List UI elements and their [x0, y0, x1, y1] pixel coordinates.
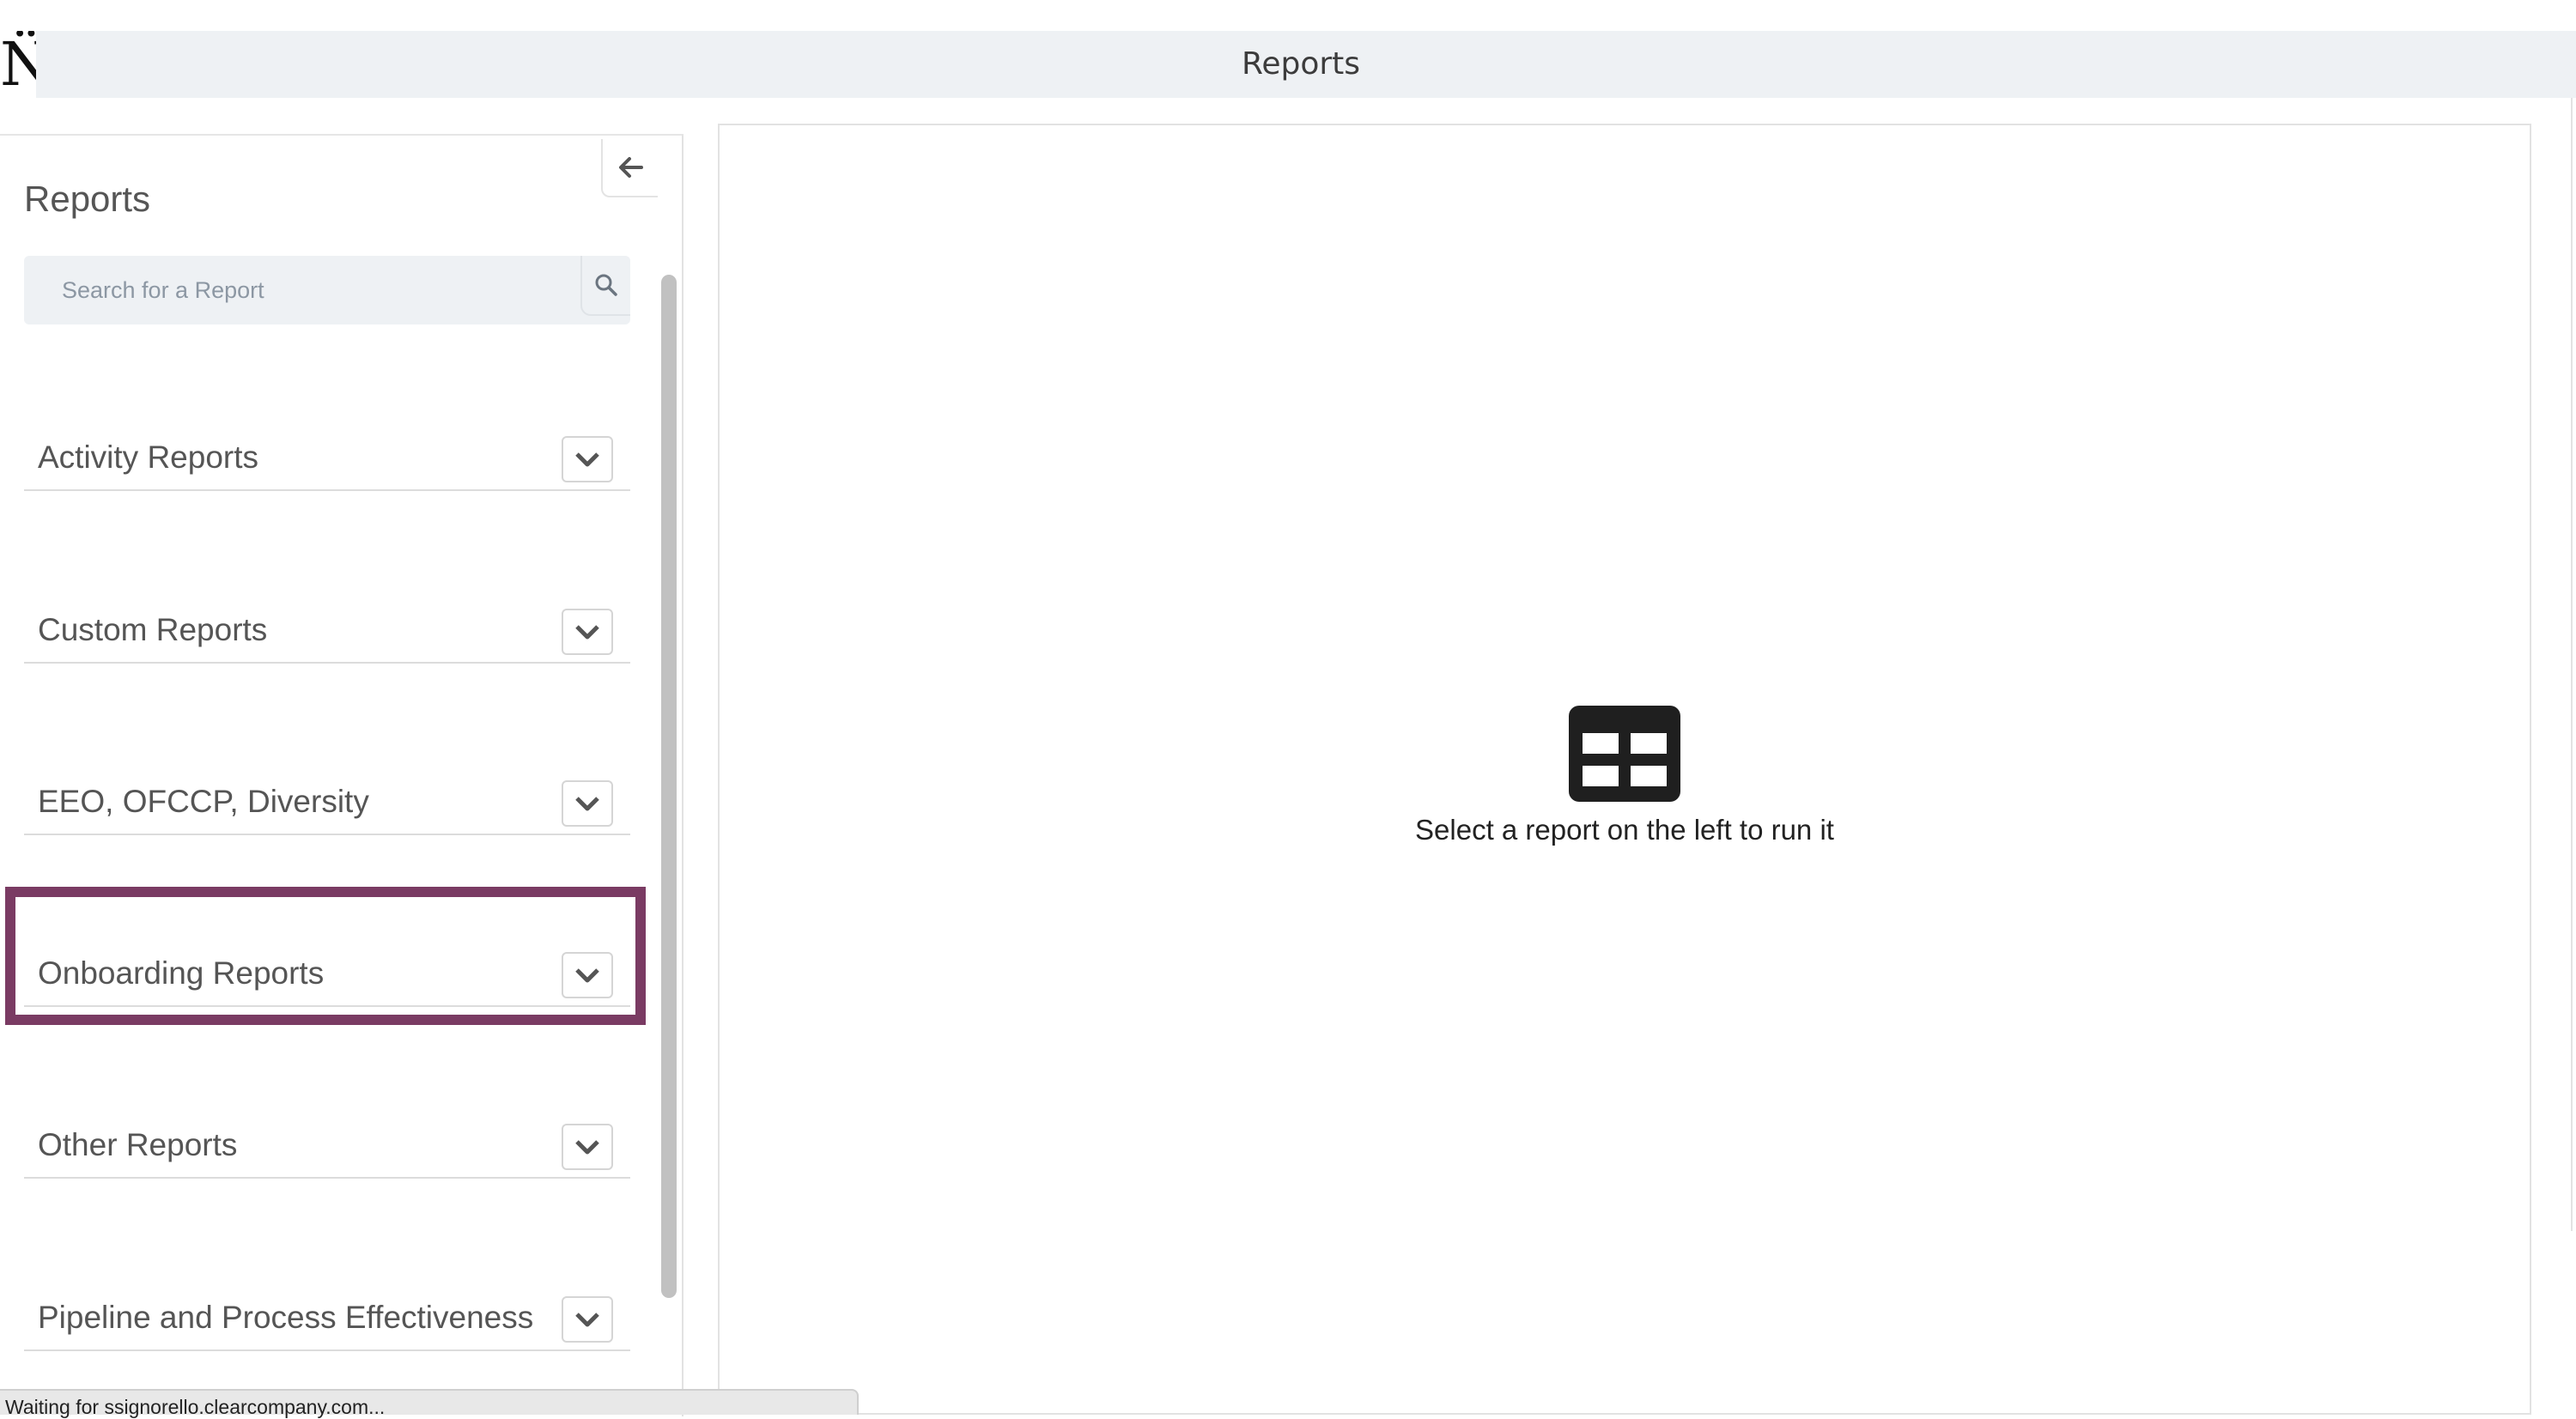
- expand-button[interactable]: [562, 1296, 613, 1343]
- chevron-down-icon: [575, 452, 599, 467]
- category-other-reports[interactable]: Other Reports: [24, 1117, 630, 1179]
- expand-button[interactable]: [562, 609, 613, 655]
- category-eeo-ofccp-diversity[interactable]: EEO, OFCCP, Diversity: [24, 773, 630, 835]
- chevron-down-icon: [575, 797, 599, 811]
- search-input[interactable]: [24, 256, 574, 324]
- report-search: [24, 256, 630, 324]
- highlight-box: [5, 887, 646, 1025]
- sidebar-title: Reports: [24, 179, 151, 219]
- search-icon: [595, 274, 617, 296]
- expand-button[interactable]: [562, 1124, 613, 1170]
- category-activity-reports[interactable]: Activity Reports: [24, 429, 630, 491]
- category-pipeline-and-process-effectiveness[interactable]: Pipeline and Process Effectiveness: [24, 1289, 630, 1351]
- chevron-down-icon: [575, 1313, 599, 1327]
- report-panel: Select a report on the left to run it: [718, 124, 2531, 1415]
- top-bar: N̈ Reports: [0, 31, 2576, 98]
- category-label: EEO, OFCCP, Diversity: [38, 784, 369, 819]
- browser-status-bar: Waiting for ssignorello.clearcompany.com…: [0, 1389, 859, 1418]
- chevron-down-icon: [575, 1140, 599, 1155]
- right-divider: [2571, 98, 2573, 1231]
- sidebar-scrollbar[interactable]: [661, 275, 677, 1298]
- category-label: Pipeline and Process Effectiveness: [38, 1300, 534, 1335]
- category-label: Custom Reports: [38, 612, 268, 647]
- reports-sidebar: Reports Activity Reports Custom Reports …: [0, 134, 683, 1416]
- expand-button[interactable]: [562, 780, 613, 827]
- category-custom-reports[interactable]: Custom Reports: [24, 602, 630, 664]
- collapse-sidebar-button[interactable]: [601, 139, 658, 197]
- page-title: Reports: [1241, 46, 1361, 82]
- empty-state: Select a report on the left to run it: [720, 706, 2530, 846]
- chevron-down-icon: [575, 625, 599, 640]
- category-label: Other Reports: [38, 1127, 238, 1162]
- table-icon: [1569, 706, 1680, 802]
- arrow-left-icon: [619, 157, 643, 178]
- search-button[interactable]: [580, 256, 630, 316]
- category-label: Activity Reports: [38, 440, 259, 475]
- expand-button[interactable]: [562, 436, 613, 482]
- status-text: Waiting for ssignorello.clearcompany.com…: [5, 1396, 386, 1418]
- empty-message: Select a report on the left to run it: [1415, 814, 1834, 846]
